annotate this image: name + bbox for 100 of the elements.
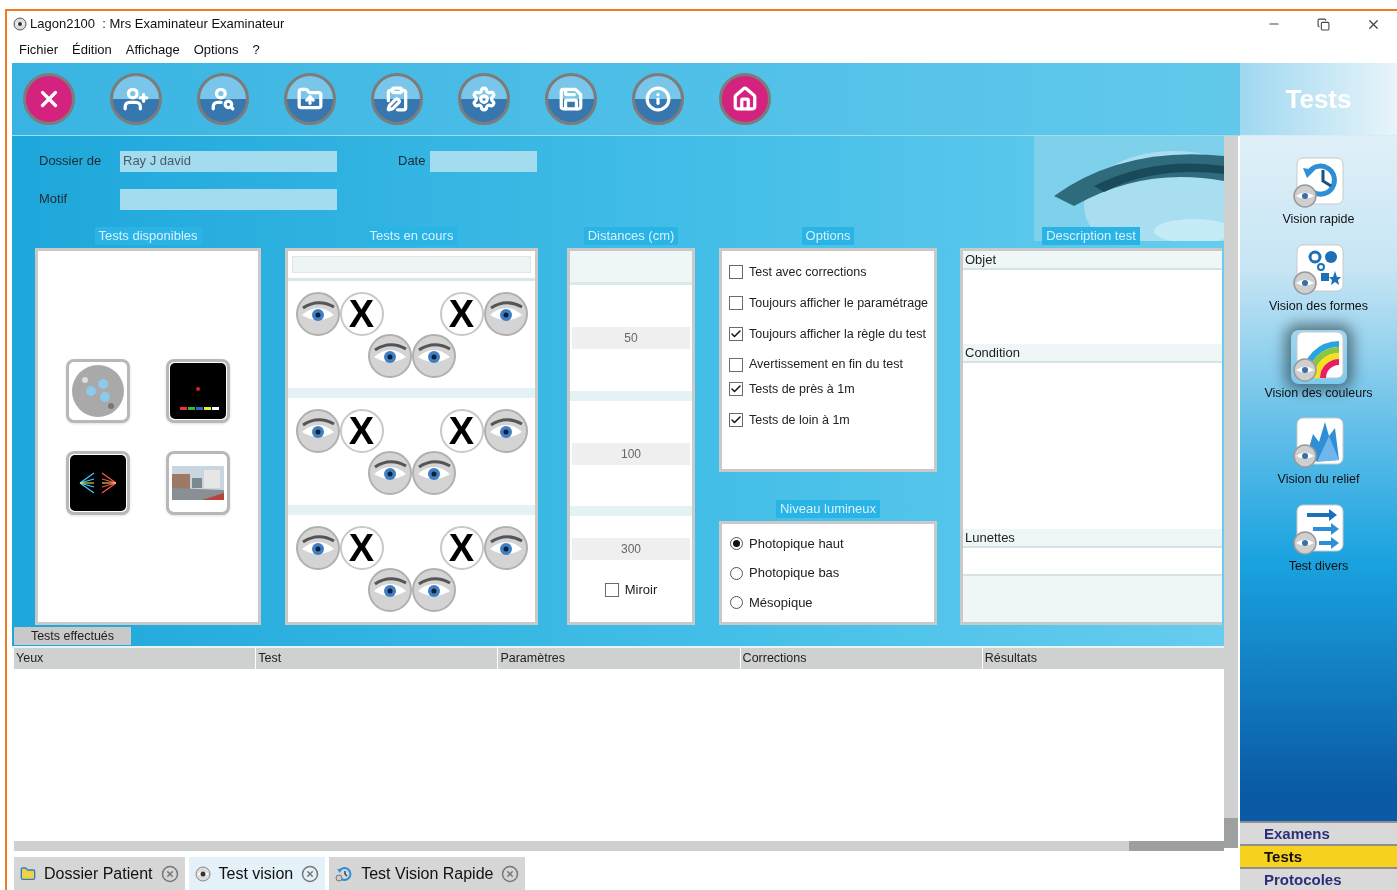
clipboard-pen-icon: [384, 86, 410, 112]
column-header[interactable]: Test: [256, 648, 498, 669]
sidebar-item-label: Vision rapide: [1282, 211, 1355, 228]
panel-title: Distances (cm): [583, 227, 679, 245]
clock-eye-icon: [1290, 156, 1347, 210]
occluder-mark: X: [339, 408, 384, 453]
checkbox[interactable]: [729, 413, 743, 428]
restore-icon[interactable]: [1317, 17, 1330, 31]
dot-screen-icon: [170, 362, 226, 419]
eye-icon: [295, 408, 340, 453]
section-header: Objet: [963, 251, 1222, 270]
distance-field[interactable]: 50: [572, 326, 690, 349]
checkbox-label: Toujours afficher le paramétrage: [749, 294, 929, 312]
distance-field[interactable]: 300: [572, 538, 690, 561]
radio-button[interactable]: [730, 566, 743, 580]
column-header[interactable]: Yeux: [14, 648, 256, 669]
checkbox-label: Test avec corrections: [749, 264, 867, 281]
radio-button[interactable]: [730, 537, 743, 550]
checkbox[interactable]: [729, 357, 743, 372]
checkbox[interactable]: [729, 265, 743, 280]
sidebar-item[interactable]: Vision du relief: [1243, 416, 1394, 489]
document-tab[interactable]: Dossier Patient: [14, 857, 185, 890]
nav-item[interactable]: Examens: [1240, 821, 1397, 844]
nav-item[interactable]: Tests: [1240, 844, 1397, 867]
search-patient-button[interactable]: [197, 73, 249, 125]
tab-label: Test vision: [218, 863, 294, 884]
distance-field[interactable]: 100: [572, 442, 690, 465]
close-tab-icon[interactable]: [301, 864, 320, 883]
document-tab[interactable]: Test vision: [188, 857, 326, 890]
radio-label: Photopique bas: [749, 564, 840, 583]
open-folder-button[interactable]: [284, 73, 336, 125]
close-button[interactable]: [23, 73, 75, 125]
settings-button[interactable]: [458, 73, 510, 125]
tab[interactable]: Tests effectués: [14, 627, 131, 645]
field-label: Dossier de: [39, 152, 103, 171]
home-button[interactable]: [719, 73, 771, 125]
sidebar-item-label: Test divers: [1288, 558, 1349, 575]
arrows-eye-icon: [1290, 503, 1347, 557]
sidebar-item[interactable]: Test divers: [1243, 503, 1394, 576]
checkbox-label: Avertissement en fin du test: [749, 356, 904, 374]
panel-title: Tests en cours: [365, 227, 458, 245]
radio-button[interactable]: [730, 596, 743, 609]
sidebar-item[interactable]: Vision des formes: [1243, 242, 1394, 316]
eye-icon: [483, 408, 528, 453]
column-header[interactable]: Paramètres: [498, 648, 740, 669]
dot-plate-icon: [71, 363, 125, 418]
occluder-mark: X: [439, 291, 484, 336]
tab-label: Test Vision Rapide: [361, 863, 494, 884]
eye-icon: [367, 333, 412, 378]
eye-icon: [411, 450, 456, 495]
add-patient-button[interactable]: [110, 73, 162, 125]
occluder-mark: X: [339, 525, 384, 570]
vertical-scrollbar[interactable]: [1224, 136, 1238, 848]
section-header: Condition: [963, 343, 1222, 363]
checkbox[interactable]: [604, 583, 619, 598]
checkbox[interactable]: [729, 326, 743, 341]
radio-label: Mésopique: [749, 593, 813, 612]
occluder-mark: X: [339, 291, 384, 336]
nav-item[interactable]: Protocoles: [1240, 867, 1397, 890]
column-header[interactable]: Résultats: [982, 648, 1224, 669]
date-field[interactable]: [430, 150, 537, 172]
close-tab-icon[interactable]: [160, 864, 179, 883]
patient-name-field[interactable]: Ray J david: [120, 150, 337, 172]
settings-icon: [471, 86, 497, 112]
field-label: Date: [398, 152, 427, 171]
eye-icon: [194, 865, 211, 882]
close-tab-icon[interactable]: [501, 864, 520, 883]
menu-item[interactable]: Options: [193, 40, 239, 60]
motif-field[interactable]: [120, 188, 337, 210]
radio-label: Photopique haut: [749, 534, 844, 553]
eye-icon: [483, 291, 528, 336]
app-icon: [13, 17, 27, 31]
clock-arrow-icon: [335, 865, 354, 882]
horizontal-scrollbar[interactable]: [14, 841, 1224, 851]
menu-item[interactable]: Fichier: [19, 40, 58, 60]
menu-item[interactable]: ?: [252, 40, 260, 60]
info-icon: [645, 86, 671, 112]
notes-field[interactable]: [963, 574, 1222, 622]
eye-icon: [295, 525, 340, 570]
checkbox[interactable]: [729, 296, 743, 311]
field-label: Motif: [39, 190, 69, 209]
shapes-eye-icon: [1290, 242, 1347, 297]
sidebar-item-label: Vision des couleurs: [1264, 384, 1373, 402]
sidebar-item[interactable]: Vision rapide: [1243, 156, 1394, 229]
menu-item[interactable]: Affichage: [125, 40, 180, 60]
info-button[interactable]: [632, 73, 684, 125]
clipboard-button[interactable]: [371, 73, 423, 125]
checkbox[interactable]: [729, 382, 743, 397]
sidebar-item-label: Vision du relief: [1277, 471, 1360, 489]
column-header[interactable]: Corrections: [740, 648, 982, 669]
save-icon: [558, 86, 584, 112]
save-button[interactable]: [545, 73, 597, 125]
document-tab[interactable]: Test Vision Rapide: [329, 857, 526, 890]
mountain-eye-icon: [1290, 416, 1347, 471]
panel-title: Description test: [1042, 227, 1140, 245]
user-plus-icon: [123, 86, 149, 112]
eye-icon: [295, 291, 340, 336]
sidebar-item[interactable]: Vision des couleurs: [1243, 329, 1394, 403]
menu-item[interactable]: Édition: [72, 40, 112, 60]
checkbox-label: Miroir: [624, 581, 658, 600]
